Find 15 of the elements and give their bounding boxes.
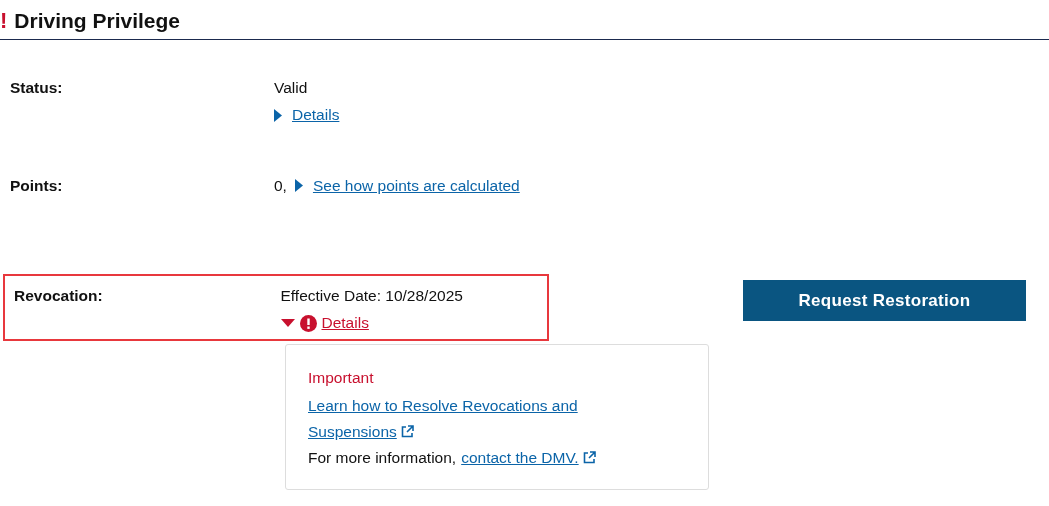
contact-link[interactable]: contact the DMV. xyxy=(461,444,596,471)
request-restoration-button[interactable]: Request Restoration xyxy=(743,280,1026,322)
field-label: Revocation: xyxy=(13,286,104,307)
field-label: Points: xyxy=(9,176,64,197)
panel-heading: Important xyxy=(308,367,375,388)
page-title: Driving Privilege xyxy=(14,8,181,34)
field-label: Status: xyxy=(9,78,64,99)
details-link[interactable]: Details xyxy=(292,103,340,127)
field-value: Valid xyxy=(274,78,309,99)
field-value: 0, xyxy=(274,176,287,197)
details-link[interactable]: See how points are calculated xyxy=(312,174,520,198)
alert-mark: ! xyxy=(0,9,8,32)
field-value: Effective Date: 10/28/2025 xyxy=(280,286,464,307)
info-text: For more information, xyxy=(308,447,457,468)
details-link[interactable]: Details xyxy=(321,311,369,335)
